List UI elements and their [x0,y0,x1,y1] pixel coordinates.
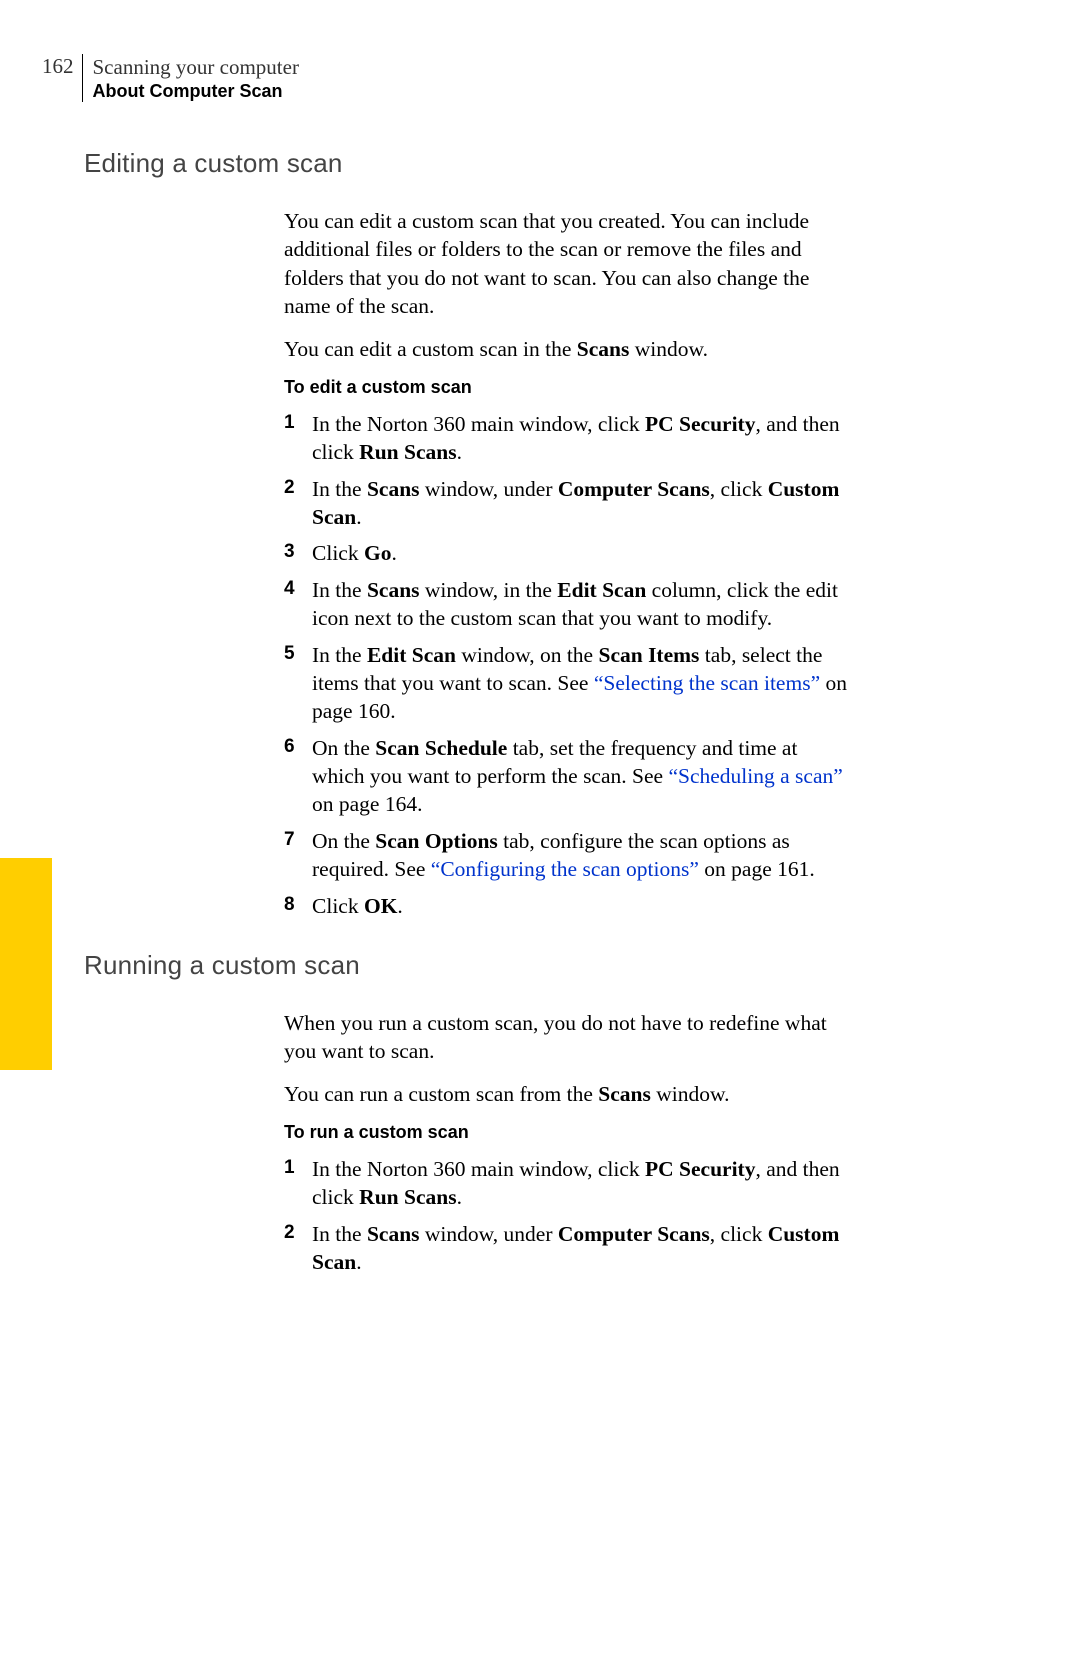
section2-para1: When you run a custom scan, you do not h… [284,1009,854,1066]
section2: Running a custom scan When you run a cus… [84,950,854,1277]
yellow-thumb-tab [0,858,52,1070]
run-steps-list: In the Norton 360 main window, click PC … [284,1155,854,1277]
header-chapter: Scanning your computer [93,54,299,80]
link-selecting-scan-items[interactable]: “Selecting the scan items” [594,671,820,695]
page-number: 162 [42,54,82,79]
edit-step-3: Click Go. [284,539,854,567]
task-heading-edit: To edit a custom scan [284,377,854,398]
edit-step-7: On the Scan Options tab, configure the s… [284,827,854,884]
header-text: Scanning your computer About Computer Sc… [93,54,299,103]
run-step-2: In the Scans window, under Computer Scan… [284,1220,854,1277]
edit-step-4: In the Scans window, in the Edit Scan co… [284,576,854,633]
section2-para2: You can run a custom scan from the Scans… [284,1080,854,1108]
edit-step-1: In the Norton 360 main window, click PC … [284,410,854,467]
link-scheduling-scan[interactable]: “Scheduling a scan” [668,764,842,788]
header-divider [82,54,83,102]
edit-steps-list: In the Norton 360 main window, click PC … [284,410,854,920]
section1-body: You can edit a custom scan that you crea… [284,207,854,920]
link-configuring-scan-options[interactable]: “Configuring the scan options” [431,857,699,881]
section2-body: When you run a custom scan, you do not h… [284,1009,854,1277]
heading-editing-custom-scan: Editing a custom scan [84,148,854,179]
heading-running-custom-scan: Running a custom scan [84,950,854,981]
run-step-1: In the Norton 360 main window, click PC … [284,1155,854,1212]
content-area: Editing a custom scan You can edit a cus… [84,148,854,1285]
edit-step-2: In the Scans window, under Computer Scan… [284,475,854,532]
header-section: About Computer Scan [93,80,299,103]
edit-step-5: In the Edit Scan window, on the Scan Ite… [284,641,854,726]
task-heading-run: To run a custom scan [284,1122,854,1143]
edit-step-6: On the Scan Schedule tab, set the freque… [284,734,854,819]
section1-para1: You can edit a custom scan that you crea… [284,207,854,321]
edit-step-8: Click OK. [284,892,854,920]
section1-para2: You can edit a custom scan in the Scans … [284,335,854,363]
page-header: 162 Scanning your computer About Compute… [42,54,299,103]
